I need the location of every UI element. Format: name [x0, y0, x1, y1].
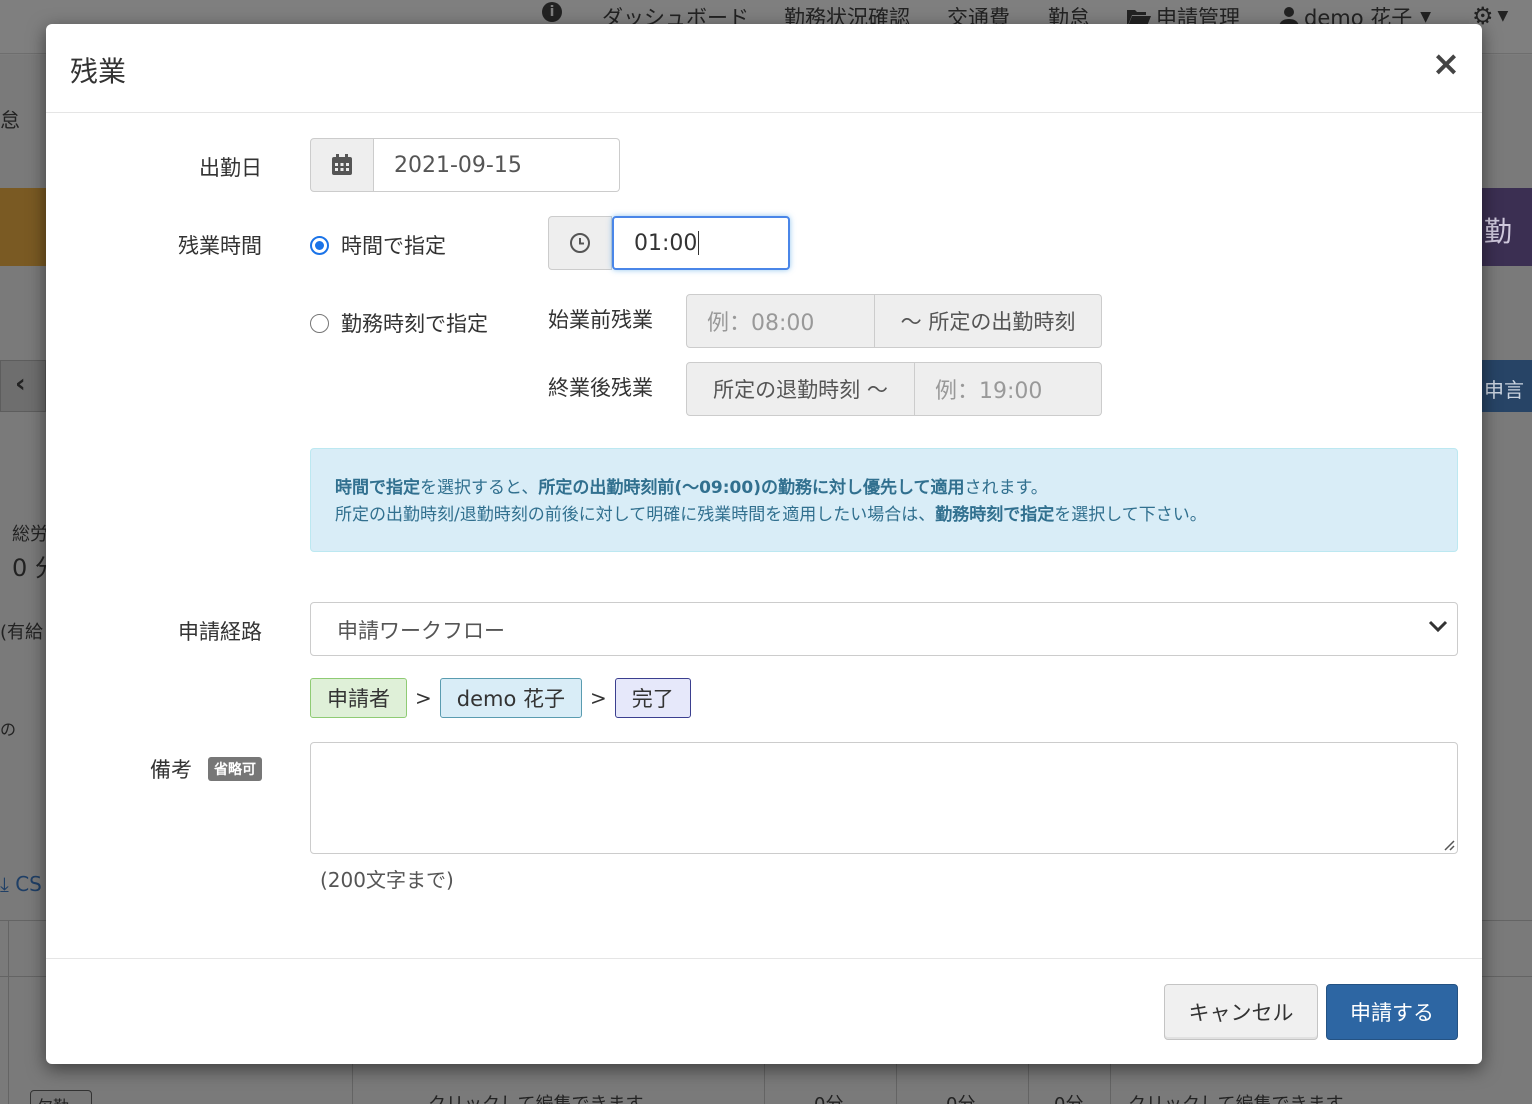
clock-addon[interactable]: [548, 216, 612, 270]
after-work-input-group: 所定の退勤時刻 〜 例：19:00: [686, 362, 1102, 416]
before-work-time-input[interactable]: 例：08:00: [686, 294, 875, 348]
workflow-separator: >: [590, 686, 607, 710]
bg-table-line: [1482, 976, 1532, 977]
bg-table-line: [1482, 920, 1532, 921]
cancel-button[interactable]: キャンセル: [1164, 984, 1318, 1040]
bg-table-line: [0, 976, 46, 977]
radio-by-time-control[interactable]: [310, 235, 329, 255]
radio-by-clock[interactable]: 勤務時刻で指定: [310, 308, 488, 338]
bg-absence-badge: 欠勤: [30, 1090, 92, 1104]
before-work-suffix-text: 〜 所定の出勤時刻: [900, 310, 1076, 334]
radio-by-clock-label: 勤務時刻で指定: [341, 312, 488, 336]
submit-button[interactable]: 申請する: [1326, 984, 1458, 1040]
close-button[interactable]: ×: [1430, 44, 1462, 84]
work-date-label: 出勤日: [199, 156, 262, 180]
text-caret: [698, 231, 700, 255]
bg-table-line: [0, 920, 46, 921]
after-work-prefix: 所定の退勤時刻 〜: [686, 362, 915, 416]
modal-header: 残業 ×: [46, 24, 1482, 113]
bg-fragment: 怠: [0, 108, 20, 132]
bg-cell: 0分: [946, 1090, 975, 1104]
radio-by-time-label: 時間で指定: [341, 234, 446, 258]
alert-line-2: 所定の出勤時刻/退勤時刻の前後に対して明確に残業時間を適用したい場合は、勤務時刻…: [335, 502, 1433, 529]
bg-table-line: [8, 920, 9, 1104]
alert-line-1: 時間で指定を選択すると、所定の出勤時刻前(〜09:00)の勤務に対し優先して適用…: [335, 475, 1433, 502]
chevron-left-icon: ‹: [15, 369, 26, 399]
route-select[interactable]: 申請ワークフロー: [310, 602, 1458, 656]
modal-footer: キャンセル 申請する: [46, 958, 1482, 1064]
overtime-modal: 残業 × 出勤日 2021-09-15 残業時間 時間で指定 01:00 勤務時…: [46, 24, 1482, 1064]
overtime-hours-input-group: 01:00: [548, 216, 790, 270]
route-label: 申請経路: [178, 620, 262, 644]
calendar-addon[interactable]: [310, 138, 374, 192]
before-work-placeholder: 例：08:00: [707, 311, 815, 336]
workflow-separator: >: [415, 686, 432, 710]
chevron-down-icon: ▼: [1420, 9, 1432, 25]
calendar-icon: [332, 154, 352, 175]
alert-text: を選択して下さい。: [1054, 505, 1207, 525]
bg-table-line: [352, 1064, 353, 1104]
bg-clock-out-panel[interactable]: 勤: [1482, 188, 1532, 266]
bg-clock-in-panel[interactable]: [0, 188, 46, 266]
bg-fragment: 勤: [1484, 215, 1513, 248]
close-icon: ×: [1431, 44, 1461, 84]
work-date-input[interactable]: 2021-09-15: [374, 138, 620, 192]
bg-fragment: (有給: [0, 622, 44, 643]
remarks-char-limit: (200文字まで): [320, 868, 454, 892]
alert-emphasis: 時間で指定: [335, 478, 420, 498]
bg-table-line: [1028, 1064, 1029, 1104]
route-select-value: 申請ワークフロー: [337, 619, 505, 643]
alert-text: されます。: [964, 478, 1048, 498]
alert-text: を選択すると、: [420, 478, 539, 498]
before-work-overtime-label: 始業前残業: [548, 308, 653, 332]
nav-info[interactable]: i: [542, 2, 562, 22]
after-work-placeholder: 例：19:00: [935, 379, 1043, 404]
before-work-input-group: 例：08:00 〜 所定の出勤時刻: [686, 294, 1102, 348]
bg-editable-cell[interactable]: クリックして編集できます: [428, 1090, 643, 1104]
work-date-input-group: 2021-09-15: [310, 138, 620, 192]
workflow-step-approver: demo 花子: [439, 678, 582, 718]
overtime-hours-value: 01:00: [634, 230, 698, 256]
bg-fragment: 申言: [1484, 378, 1524, 402]
info-alert: 時間で指定を選択すると、所定の出勤時刻前(〜09:00)の勤務に対し優先して適用…: [310, 448, 1458, 552]
after-work-time-input[interactable]: 例：19:00: [915, 362, 1102, 416]
radio-by-clock-control[interactable]: [310, 313, 329, 333]
bg-table-line: [1110, 1064, 1111, 1104]
remarks-label-group: 備考 省略可: [136, 754, 262, 784]
remarks-textarea[interactable]: [310, 742, 1458, 854]
before-work-suffix: 〜 所定の出勤時刻: [875, 294, 1102, 348]
modal-title: 残業: [70, 55, 127, 88]
workflow-step-applicant: 申請者: [310, 678, 407, 718]
workflow-step-done: 完了: [614, 678, 691, 718]
bg-table-line: [896, 1064, 897, 1104]
overtime-label: 残業時間: [178, 234, 262, 258]
clock-icon: [570, 233, 590, 253]
chevron-down-icon: ▼: [1497, 8, 1509, 24]
bg-fragment: の: [0, 720, 17, 739]
bg-fragment: CS: [15, 872, 42, 896]
optional-badge: 省略可: [208, 757, 262, 781]
after-work-overtime-label: 終業後残業: [548, 376, 653, 400]
remarks-label: 備考: [150, 758, 192, 782]
workflow-steps: 申請者 > demo 花子 > 完了: [310, 678, 691, 718]
overtime-hours-input[interactable]: 01:00: [612, 216, 790, 270]
chevron-down-icon: [1428, 620, 1448, 633]
alert-text: 所定の出勤時刻/退勤時刻の前後に対して明確に残業時間を適用したい場合は、: [335, 505, 936, 525]
alert-emphasis: 勤務時刻で指定: [935, 505, 1055, 525]
work-date-value: 2021-09-15: [394, 152, 522, 178]
after-work-prefix-text: 所定の退勤時刻 〜: [713, 378, 888, 402]
radio-by-time[interactable]: 時間で指定: [310, 230, 446, 260]
bg-prev-button[interactable]: ‹: [0, 360, 46, 412]
bg-editable-cell[interactable]: クリックして編集できます: [1128, 1090, 1343, 1104]
resize-handle-icon[interactable]: [1441, 837, 1455, 851]
bg-csv-download[interactable]: ⤓ CS: [0, 872, 42, 896]
bg-fragment: 総労: [12, 524, 48, 545]
info-icon: i: [542, 2, 562, 22]
bg-cell: 0分: [814, 1090, 843, 1104]
alert-emphasis: 所定の出勤時刻前(〜09:00)の勤務に対し優先して適用: [538, 478, 965, 498]
bg-table-line: [764, 1064, 765, 1104]
bg-cell: 0分: [1054, 1090, 1083, 1104]
download-icon: ⤓: [0, 872, 9, 896]
bg-apply-button[interactable]: 申言: [1482, 360, 1532, 412]
